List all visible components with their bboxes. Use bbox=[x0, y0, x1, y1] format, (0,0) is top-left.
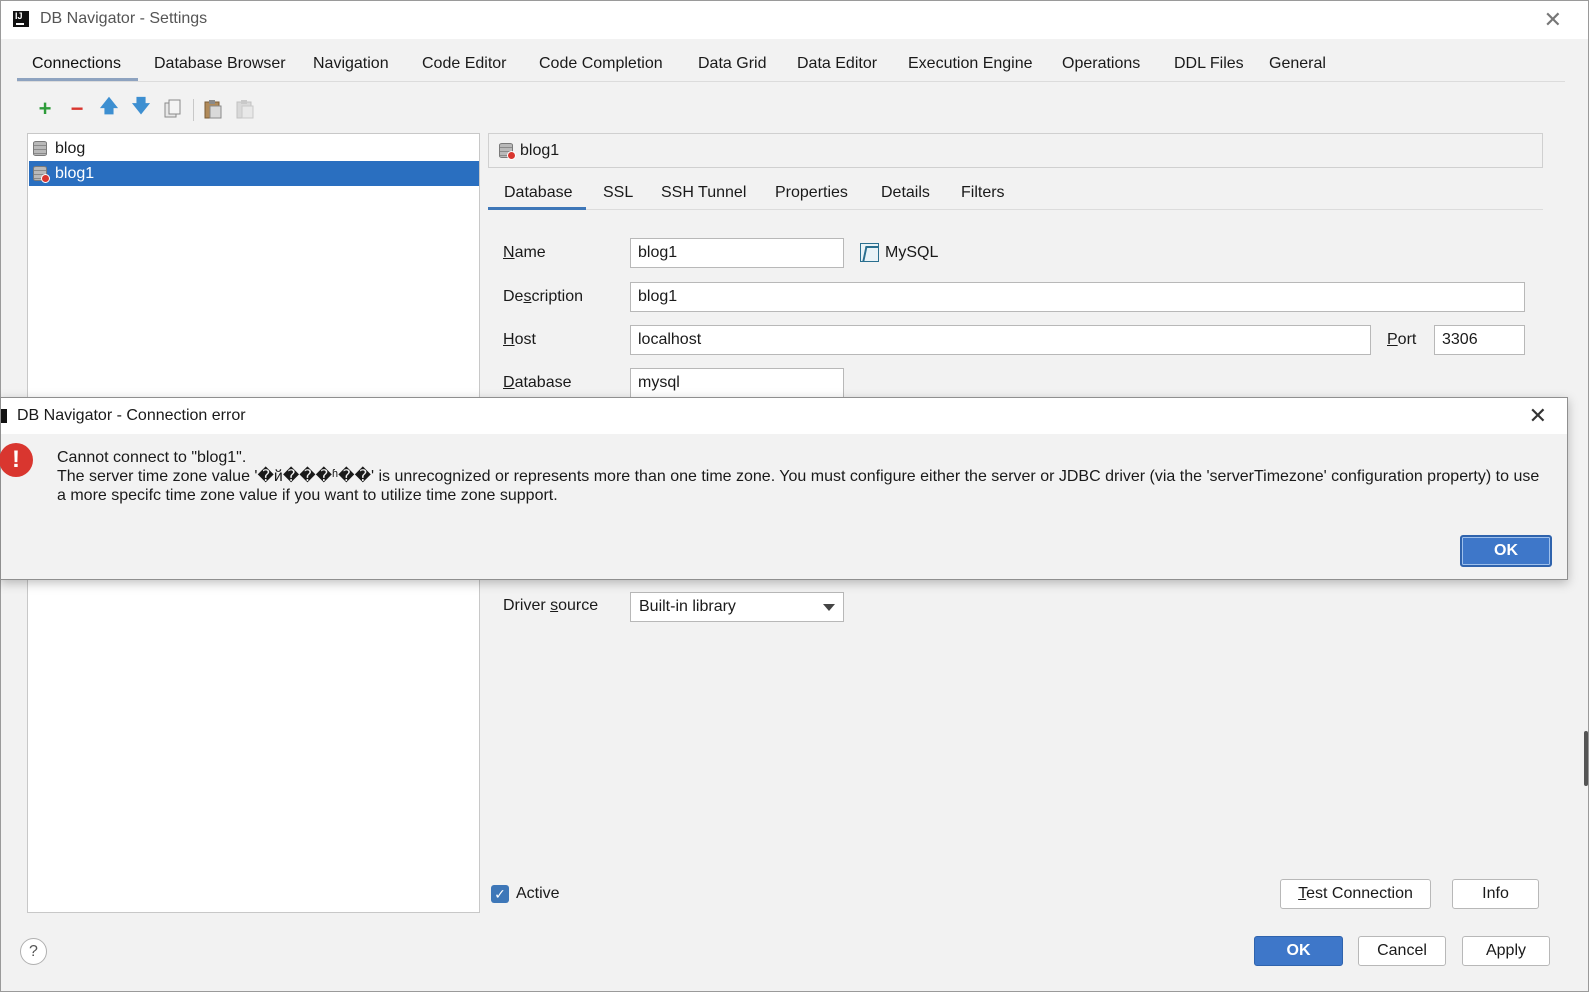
driver-source-label: Driver source bbox=[503, 597, 599, 614]
active-checkbox[interactable]: ✓ bbox=[491, 885, 509, 903]
database-label: Database bbox=[503, 374, 572, 391]
description-label: Description bbox=[503, 288, 584, 305]
close-icon[interactable]: ✕ bbox=[1544, 7, 1562, 33]
settings-tabs: Connections Database Browser Navigation … bbox=[17, 47, 1565, 82]
active-tab-indicator bbox=[17, 78, 138, 81]
intellij-app-icon bbox=[1, 409, 7, 423]
close-icon[interactable]: ✕ bbox=[1529, 403, 1547, 429]
name-input[interactable] bbox=[630, 238, 844, 268]
tab-code-editor[interactable]: Code Editor bbox=[422, 55, 507, 73]
database-icon bbox=[33, 141, 47, 156]
paste-icon[interactable] bbox=[201, 95, 225, 123]
error-message-line: Cannot connect to "blog1". bbox=[57, 449, 247, 466]
tab-execution-engine[interactable]: Execution Engine bbox=[908, 55, 1033, 73]
tab-filters[interactable]: Filters bbox=[961, 184, 1005, 202]
dialog-title: DB Navigator - Connection error bbox=[17, 407, 246, 424]
tab-properties[interactable]: Properties bbox=[775, 184, 848, 202]
connection-tabs: Database SSL SSH Tunnel Properties Detai… bbox=[488, 177, 1543, 210]
connection-header: blog1 bbox=[488, 133, 1543, 168]
port-input[interactable] bbox=[1434, 325, 1525, 355]
tab-general[interactable]: General bbox=[1269, 55, 1326, 73]
title-bar: IJ DB Navigator - Settings ✕ bbox=[1, 1, 1588, 39]
apply-button[interactable]: Apply bbox=[1462, 936, 1550, 966]
list-item-blog1[interactable]: blog1 bbox=[29, 161, 479, 186]
tab-navigation[interactable]: Navigation bbox=[313, 55, 389, 73]
ok-button[interactable]: OK bbox=[1254, 936, 1343, 966]
error-icon: ! bbox=[0, 443, 33, 477]
error-message-detail: The server time zone value '�й���ʱ��' is… bbox=[57, 468, 1540, 504]
connection-label: blog bbox=[55, 139, 86, 157]
test-connection-button[interactable]: Test Connection bbox=[1280, 879, 1431, 909]
tab-data-editor[interactable]: Data Editor bbox=[797, 55, 877, 73]
tab-database[interactable]: Database bbox=[504, 184, 573, 202]
remove-icon[interactable]: − bbox=[65, 95, 89, 123]
move-up-icon[interactable]: 🡅 bbox=[97, 95, 121, 123]
tab-ssl[interactable]: SSL bbox=[603, 184, 633, 202]
tab-ddl-files[interactable]: DDL Files bbox=[1174, 55, 1244, 73]
chevron-down-icon bbox=[823, 604, 835, 611]
dialog-ok-button[interactable]: OK bbox=[1460, 535, 1552, 567]
description-input[interactable] bbox=[630, 282, 1525, 312]
list-item-blog[interactable]: blog bbox=[29, 136, 479, 161]
database-error-icon bbox=[499, 143, 516, 160]
tab-data-grid[interactable]: Data Grid bbox=[698, 55, 766, 73]
database-error-icon bbox=[33, 166, 50, 183]
tab-connections[interactable]: Connections bbox=[32, 55, 121, 73]
active-label: Active bbox=[516, 885, 560, 902]
mysql-icon bbox=[860, 243, 879, 262]
tab-code-completion[interactable]: Code Completion bbox=[539, 55, 663, 73]
database-input[interactable] bbox=[630, 368, 844, 398]
tab-database-browser[interactable]: Database Browser bbox=[154, 55, 286, 73]
scrollbar-edge bbox=[1584, 731, 1588, 786]
tab-ssh-tunnel[interactable]: SSH Tunnel bbox=[661, 184, 746, 202]
dialog-title-bar: DB Navigator - Connection error ✕ bbox=[1, 398, 1567, 434]
connection-header-name: blog1 bbox=[520, 142, 560, 159]
paste-disabled-icon bbox=[233, 95, 257, 123]
copy-icon[interactable] bbox=[161, 95, 185, 123]
driver-source-select[interactable]: Built-in library bbox=[630, 592, 844, 622]
active-tab-indicator bbox=[488, 207, 586, 210]
error-message: Cannot connect to "blog1". The server ti… bbox=[57, 448, 1547, 505]
connection-label: blog1 bbox=[55, 164, 95, 182]
name-label: Name bbox=[503, 244, 546, 261]
intellij-app-icon: IJ bbox=[13, 11, 29, 27]
host-input[interactable] bbox=[630, 325, 1371, 355]
tab-operations[interactable]: Operations bbox=[1062, 55, 1140, 73]
window-title: DB Navigator - Settings bbox=[40, 10, 208, 27]
cancel-button[interactable]: Cancel bbox=[1358, 936, 1446, 966]
toolbar-separator bbox=[193, 99, 194, 121]
help-button[interactable]: ? bbox=[20, 938, 47, 965]
host-label: Host bbox=[503, 331, 536, 348]
connection-error-dialog: DB Navigator - Connection error ✕ ! Cann… bbox=[0, 397, 1568, 580]
port-label: Port bbox=[1387, 331, 1417, 348]
checkmark-icon: ✓ bbox=[494, 886, 506, 902]
tab-details[interactable]: Details bbox=[881, 184, 930, 202]
driver-source-value: Built-in library bbox=[639, 598, 736, 615]
database-type-label: MySQL bbox=[885, 244, 939, 261]
move-down-icon[interactable]: 🡇 bbox=[129, 95, 153, 123]
info-button[interactable]: Info bbox=[1452, 879, 1539, 909]
add-icon[interactable]: + bbox=[33, 95, 57, 123]
